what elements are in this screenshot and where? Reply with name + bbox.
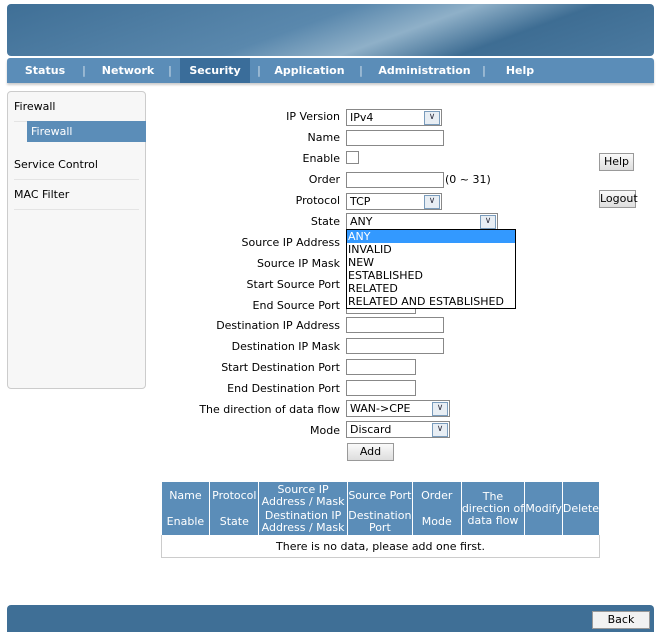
sidebar-item-firewall[interactable]: Firewall <box>14 92 139 122</box>
enable-label: Enable <box>302 152 340 165</box>
nav-separator: | <box>168 64 172 77</box>
mode-select[interactable]: Discard ∨ <box>346 421 450 438</box>
mode-value: Discard <box>350 423 392 436</box>
direction-label: The direction of data flow <box>199 403 340 416</box>
nav-separator: | <box>359 64 363 77</box>
nav-status[interactable]: Status <box>19 58 71 83</box>
state-option-related-established[interactable]: RELATED AND ESTABLISHED <box>347 295 515 308</box>
col-enable: Enable <box>161 509 211 535</box>
sidebar: Firewall Firewall Service Control MAC Fi… <box>7 91 146 389</box>
col-mode: Mode <box>412 509 462 535</box>
state-label: State <box>310 215 340 228</box>
help-button[interactable]: Help <box>599 153 634 171</box>
col-name: Name <box>161 482 211 509</box>
nav-security[interactable]: Security <box>180 58 250 83</box>
sidebar-subitem-firewall[interactable]: Firewall <box>27 121 146 142</box>
protocol-label: Protocol <box>295 194 340 207</box>
start-destination-port-input[interactable] <box>346 359 416 375</box>
end-source-port-label: End Source Port <box>252 299 340 312</box>
col-modify: Modify <box>524 482 563 535</box>
start-source-port-label: Start Source Port <box>246 278 340 291</box>
col-destination-port: Destination Port <box>347 509 413 535</box>
logout-button[interactable]: Logout <box>599 190 638 208</box>
state-select[interactable]: ANY ∨ <box>346 213 498 230</box>
order-hint: (0 ~ 31) <box>445 173 491 186</box>
end-destination-port-label: End Destination Port <box>227 382 340 395</box>
enable-checkbox[interactable] <box>346 151 359 164</box>
state-option-any[interactable]: ANY <box>347 230 515 243</box>
col-order: Order <box>412 482 462 509</box>
source-ip-label: Source IP Address <box>241 236 340 249</box>
destination-ip-label: Destination IP Address <box>216 319 340 332</box>
nav-separator: | <box>482 64 486 77</box>
order-input[interactable] <box>346 172 444 188</box>
start-destination-port-label: Start Destination Port <box>221 361 340 374</box>
protocol-value: TCP <box>350 195 371 208</box>
col-direction: The direction of data flow <box>461 482 526 535</box>
destination-mask-input[interactable] <box>346 338 444 354</box>
destination-mask-label: Destination IP Mask <box>231 340 340 353</box>
protocol-select[interactable]: TCP ∨ <box>346 193 442 210</box>
sidebar-item-mac-filter[interactable]: MAC Filter <box>14 180 139 210</box>
header-banner <box>7 4 654 56</box>
source-mask-label: Source IP Mask <box>257 257 340 270</box>
order-label: Order <box>308 173 340 186</box>
destination-ip-input[interactable] <box>346 317 444 333</box>
nav-separator: | <box>82 64 86 77</box>
add-button[interactable]: Add <box>347 443 394 461</box>
nav-application[interactable]: Application <box>272 58 347 83</box>
state-option-related[interactable]: RELATED <box>347 282 515 295</box>
chevron-down-icon: ∨ <box>424 195 440 209</box>
sidebar-item-service-control[interactable]: Service Control <box>14 150 139 180</box>
rules-table: Name Protocol Source IP Address / Mask S… <box>161 482 601 558</box>
empty-message: There is no data, please add one first. <box>161 535 600 558</box>
chevron-down-icon: ∨ <box>432 402 448 416</box>
name-label: Name <box>307 131 340 144</box>
col-delete: Delete <box>562 482 601 535</box>
name-input[interactable] <box>346 130 444 146</box>
mode-label: Mode <box>310 424 340 437</box>
state-option-new[interactable]: NEW <box>347 256 515 269</box>
direction-value: WAN->CPE <box>350 402 411 415</box>
col-destination-ip: Destination IP Address / Mask <box>258 509 348 535</box>
col-state: State <box>209 509 260 535</box>
state-option-established[interactable]: ESTABLISHED <box>347 269 515 282</box>
col-source-port: Source Port <box>347 482 413 509</box>
state-dropdown-list: ANY INVALID NEW ESTABLISHED RELATED RELA… <box>346 229 516 309</box>
ip-version-select[interactable]: IPv4 ∨ <box>346 109 442 126</box>
back-button[interactable]: Back <box>592 611 650 629</box>
chevron-down-icon: ∨ <box>424 111 440 125</box>
direction-select[interactable]: WAN->CPE ∨ <box>346 400 450 417</box>
nav-administration[interactable]: Administration <box>377 58 472 83</box>
chevron-down-icon: ∨ <box>432 423 448 437</box>
chevron-down-icon: ∨ <box>480 215 496 229</box>
col-source-ip: Source IP Address / Mask <box>258 482 348 509</box>
state-option-invalid[interactable]: INVALID <box>347 243 515 256</box>
ip-version-value: IPv4 <box>350 111 374 124</box>
nav-separator: | <box>257 64 261 77</box>
state-value: ANY <box>350 215 373 228</box>
footer-bar <box>7 605 654 632</box>
main-nav: Status | Network | Security | Applicatio… <box>7 58 654 83</box>
col-protocol: Protocol <box>209 482 260 509</box>
nav-help[interactable]: Help <box>503 58 537 83</box>
ip-version-label: IP Version <box>286 110 340 123</box>
nav-network[interactable]: Network <box>97 58 159 83</box>
end-destination-port-input[interactable] <box>346 380 416 396</box>
